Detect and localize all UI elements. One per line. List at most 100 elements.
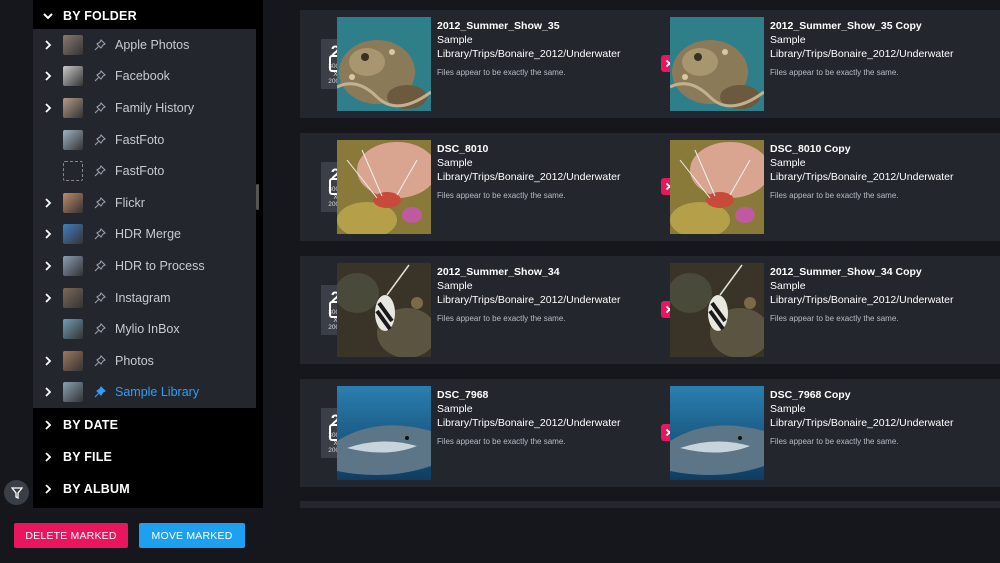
folder-list: Apple Photos Facebook Family History FastFo…	[33, 29, 256, 408]
folder-thumbnail	[63, 34, 83, 55]
folder-thumbnail	[63, 287, 83, 308]
file-title: DSC_7968	[437, 389, 489, 401]
sidebar-rail	[0, 0, 33, 508]
folder-item[interactable]: Instagram	[33, 282, 256, 314]
folder-label: Mylio InBox	[115, 322, 180, 337]
chevron-right-icon	[33, 452, 63, 462]
folder-thumbnail	[63, 66, 83, 87]
file-title: 2012_Summer_Show_35 Copy	[770, 20, 922, 32]
folder-thumbnail	[63, 319, 83, 340]
folder-thumbnail	[63, 382, 83, 403]
folder-item[interactable]: FastFoto	[33, 155, 256, 187]
pin-icon[interactable]	[93, 70, 107, 82]
match-note: Files appear to be exactly the same.	[770, 314, 899, 323]
copy-photo-thumbnail[interactable]	[670, 263, 764, 357]
duplicate-group: 2 3008 X 2000 2012_Summer_Show_34 Sample Libra…	[300, 256, 1000, 364]
section-label: BY FILE	[63, 450, 113, 464]
file-library: Sample	[437, 280, 473, 292]
folder-label: HDR to Process	[115, 258, 205, 273]
sidebar: BY FOLDER Apple Photos Facebook Family His…	[0, 0, 263, 508]
chevron-right-icon[interactable]	[33, 282, 63, 314]
folder-item[interactable]: HDR to Process	[33, 250, 256, 282]
section-label: BY ALBUM	[63, 482, 130, 496]
folder-item[interactable]: FastFoto	[33, 124, 256, 156]
file-library: Sample	[770, 403, 806, 415]
folder-thumbnail	[63, 224, 83, 245]
folder-item[interactable]: Flickr	[33, 187, 256, 219]
pin-icon[interactable]	[93, 228, 107, 240]
chevron-right-icon[interactable]	[33, 250, 63, 282]
folder-thumbnail	[63, 97, 83, 118]
folder-item[interactable]: Family History	[33, 92, 256, 124]
file-path: Library/Trips/Bonaire_2012/Underwater	[770, 171, 954, 183]
pin-icon[interactable]	[93, 196, 107, 209]
chevron-right-icon[interactable]	[33, 377, 63, 409]
section-label: BY FOLDER	[63, 9, 137, 23]
folder-item[interactable]: Facebook	[33, 61, 256, 93]
section-by-date[interactable]: BY DATE	[33, 409, 263, 441]
sidebar-resize-handle[interactable]	[256, 184, 259, 210]
folder-label: FastFoto	[115, 132, 165, 147]
copy-photo-thumbnail[interactable]	[670, 140, 764, 234]
chevron-right-icon[interactable]	[33, 345, 63, 377]
file-library: Sample	[437, 34, 473, 46]
folder-thumbnail	[63, 129, 83, 150]
folder-label: Family History	[115, 100, 195, 115]
pin-icon[interactable]	[93, 291, 107, 304]
file-title: DSC_8010 Copy	[770, 143, 851, 155]
duplicates-list: 2 3008 X 2000 2012_Summer_Show_35 Sample Libra…	[263, 0, 1000, 508]
delete-marked-button[interactable]: DELETE MARKED	[14, 523, 128, 548]
match-note: Files appear to be exactly the same.	[437, 314, 566, 323]
pin-icon[interactable]	[93, 386, 107, 398]
folder-item[interactable]: Apple Photos	[33, 29, 256, 61]
pin-icon[interactable]	[93, 102, 107, 114]
section-by-album[interactable]: BY ALBUM	[33, 473, 263, 505]
pin-icon[interactable]	[93, 260, 107, 272]
file-path: Library/Trips/Bonaire_2012/Underwater	[437, 48, 621, 60]
chevron-right-icon[interactable]	[33, 92, 63, 124]
folder-item[interactable]: HDR Merge	[33, 219, 256, 251]
duplicate-group: 2 3008 X 2000 DSC_7968 Sample Library/Trips/Bo…	[300, 379, 1000, 487]
match-note: Files appear to be exactly the same.	[770, 437, 899, 446]
chevron-right-icon[interactable]	[33, 29, 63, 61]
move-marked-button[interactable]: MOVE MARKED	[139, 523, 245, 548]
file-path: Library/Trips/Bonaire_2012/Underwater	[770, 294, 954, 306]
original-file-info: 2012_Summer_Show_34 Sample Library/Trips/B…	[437, 265, 657, 324]
chevron-right-icon[interactable]	[33, 187, 63, 219]
folder-item[interactable]: Sample Library	[33, 377, 256, 409]
pin-icon[interactable]	[93, 38, 107, 51]
match-note: Files appear to be exactly the same.	[770, 68, 899, 77]
duplicate-group: 2 3008 X 2000 2012_Summer_Show_35 Sample Libra…	[300, 10, 1000, 118]
folder-item[interactable]: Photos	[33, 345, 256, 377]
section-by-folder[interactable]: BY FOLDER	[33, 0, 263, 32]
file-title: 2012_Summer_Show_34	[437, 266, 560, 278]
original-photo-thumbnail[interactable]	[337, 140, 431, 234]
original-file-info: DSC_7968 Sample Library/Trips/Bonaire_2012…	[437, 388, 657, 447]
duplicate-group: 2 3008 X 2000 DSC_8010 Sample Library/Trips/Bo…	[300, 133, 1000, 241]
chevron-right-icon[interactable]	[33, 219, 63, 251]
filter-button[interactable]	[4, 480, 29, 505]
copy-photo-thumbnail[interactable]	[670, 17, 764, 111]
folder-label: FastFoto	[115, 164, 165, 179]
original-photo-thumbnail[interactable]	[337, 386, 431, 480]
copy-file-info: DSC_8010 Copy Sample Library/Trips/Bonaire…	[770, 142, 990, 201]
copy-photo-thumbnail[interactable]	[670, 386, 764, 480]
section-by-file[interactable]: BY FILE	[33, 441, 263, 473]
footer-toolbar: DELETE MARKED MOVE MARKED	[0, 508, 1000, 563]
chevron-right-icon	[33, 484, 63, 494]
match-note: Files appear to be exactly the same.	[437, 437, 566, 446]
chevron-right-icon[interactable]	[33, 61, 63, 93]
folder-item[interactable]: Mylio InBox	[33, 313, 256, 345]
copy-file-info: 2012_Summer_Show_34 Copy Sample Library/Tr…	[770, 265, 990, 324]
folder-thumbnail	[63, 161, 83, 182]
duplicates-app: BY FOLDER Apple Photos Facebook Family His…	[0, 0, 1000, 563]
pin-icon[interactable]	[93, 133, 107, 146]
original-photo-thumbnail[interactable]	[337, 17, 431, 111]
file-path: Library/Trips/Bonaire_2012/Underwater	[770, 48, 954, 60]
pin-icon[interactable]	[93, 354, 107, 367]
original-photo-thumbnail[interactable]	[337, 263, 431, 357]
pin-icon[interactable]	[93, 323, 107, 335]
pin-icon[interactable]	[93, 165, 107, 177]
